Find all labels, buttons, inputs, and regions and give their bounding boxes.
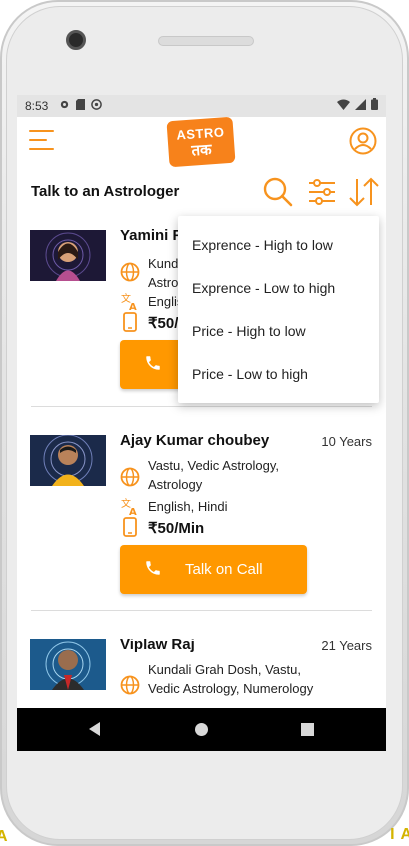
astrologer-skills: Vastu, Vedic Astrology, Astrology — [148, 458, 280, 492]
globe-icon — [120, 675, 140, 695]
wifi-icon — [336, 99, 350, 110]
earpiece-speaker — [158, 36, 254, 46]
astrologer-experience: 21 Years — [321, 639, 372, 653]
back-icon[interactable] — [89, 722, 100, 736]
astrologer-price: ₹50/ — [148, 315, 179, 332]
status-left-icons — [59, 99, 102, 112]
astrologer-avatar — [30, 230, 106, 281]
sort-option-experience-high-low[interactable]: Exprence - High to low — [192, 237, 333, 253]
astrologer-experience: 10 Years — [321, 434, 372, 449]
astro-tak-logo: ASTRO तक — [166, 116, 236, 168]
astrologer-price: ₹50/Min — [148, 520, 205, 537]
astrologer-name: Ajay Kumar choubey — [120, 432, 270, 449]
home-icon[interactable] — [195, 723, 208, 736]
app-bar: ASTRO तक — [17, 116, 386, 168]
astrologer-languages: English, Hindi — [148, 499, 228, 514]
profile-icon[interactable] — [349, 127, 377, 155]
astrologer-card[interactable]: Ajay Kumar choubey 10 Years Vastu, Vedic… — [17, 432, 386, 611]
svg-text:A: A — [129, 302, 137, 311]
bottom-decoration: AI A — [0, 826, 409, 845]
phone-icon — [123, 517, 137, 537]
globe-icon — [120, 467, 140, 487]
signal-icon — [354, 99, 366, 110]
globe-icon — [120, 262, 140, 282]
search-icon[interactable] — [262, 176, 294, 208]
app-screen: 8:53 ASTRO तक Talk to an Astrologer Yami… — [17, 95, 386, 751]
astrologer-skills: Kundali Grah Dosh, Vastu, Vedic Astrolog… — [148, 662, 314, 696]
sort-option-price-low-high[interactable]: Price - Low to high — [192, 366, 308, 382]
astrologer-avatar — [30, 435, 106, 486]
list-toolbar: Talk to an Astrologer — [17, 171, 386, 211]
gear-icon — [60, 100, 69, 109]
system-nav-bar — [17, 708, 386, 751]
astrologer-card[interactable]: Viplaw Raj 21 Years Kundali Grah Dosh, V… — [17, 639, 386, 708]
card-divider — [31, 610, 372, 611]
sort-option-experience-low-high[interactable]: Exprence - Low to high — [192, 280, 335, 296]
sync-icon — [91, 99, 102, 110]
recent-apps-icon[interactable] — [301, 723, 314, 736]
astrologer-avatar — [30, 639, 106, 690]
sd-card-icon — [76, 99, 86, 110]
sort-option-price-high-low[interactable]: Price - High to low — [192, 323, 306, 339]
sort-icon[interactable] — [348, 176, 380, 208]
astrologer-name: Yamini R — [120, 227, 184, 244]
call-icon — [146, 356, 160, 370]
svg-text:A: A — [129, 507, 137, 516]
status-right-icons — [336, 98, 378, 113]
sort-dropdown-menu: Exprence - High to low Exprence - Low to… — [178, 216, 379, 403]
translate-icon: 文 A — [121, 292, 137, 311]
page-title: Talk to an Astrologer — [31, 183, 180, 200]
menu-icon[interactable] — [29, 129, 55, 151]
filter-icon[interactable] — [306, 176, 338, 208]
translate-icon: 文 A — [121, 497, 137, 516]
talk-on-call-button[interactable]: Talk on Call — [120, 545, 307, 594]
call-button-label: Talk on Call — [185, 561, 263, 578]
status-bar: 8:53 — [17, 95, 386, 117]
card-divider — [31, 406, 372, 407]
battery-icon — [371, 98, 378, 110]
call-icon — [146, 561, 160, 575]
phone-icon — [123, 312, 137, 332]
front-camera — [66, 30, 86, 50]
status-time: 8:53 — [25, 99, 49, 113]
astrologer-name: Viplaw Raj — [120, 639, 195, 653]
